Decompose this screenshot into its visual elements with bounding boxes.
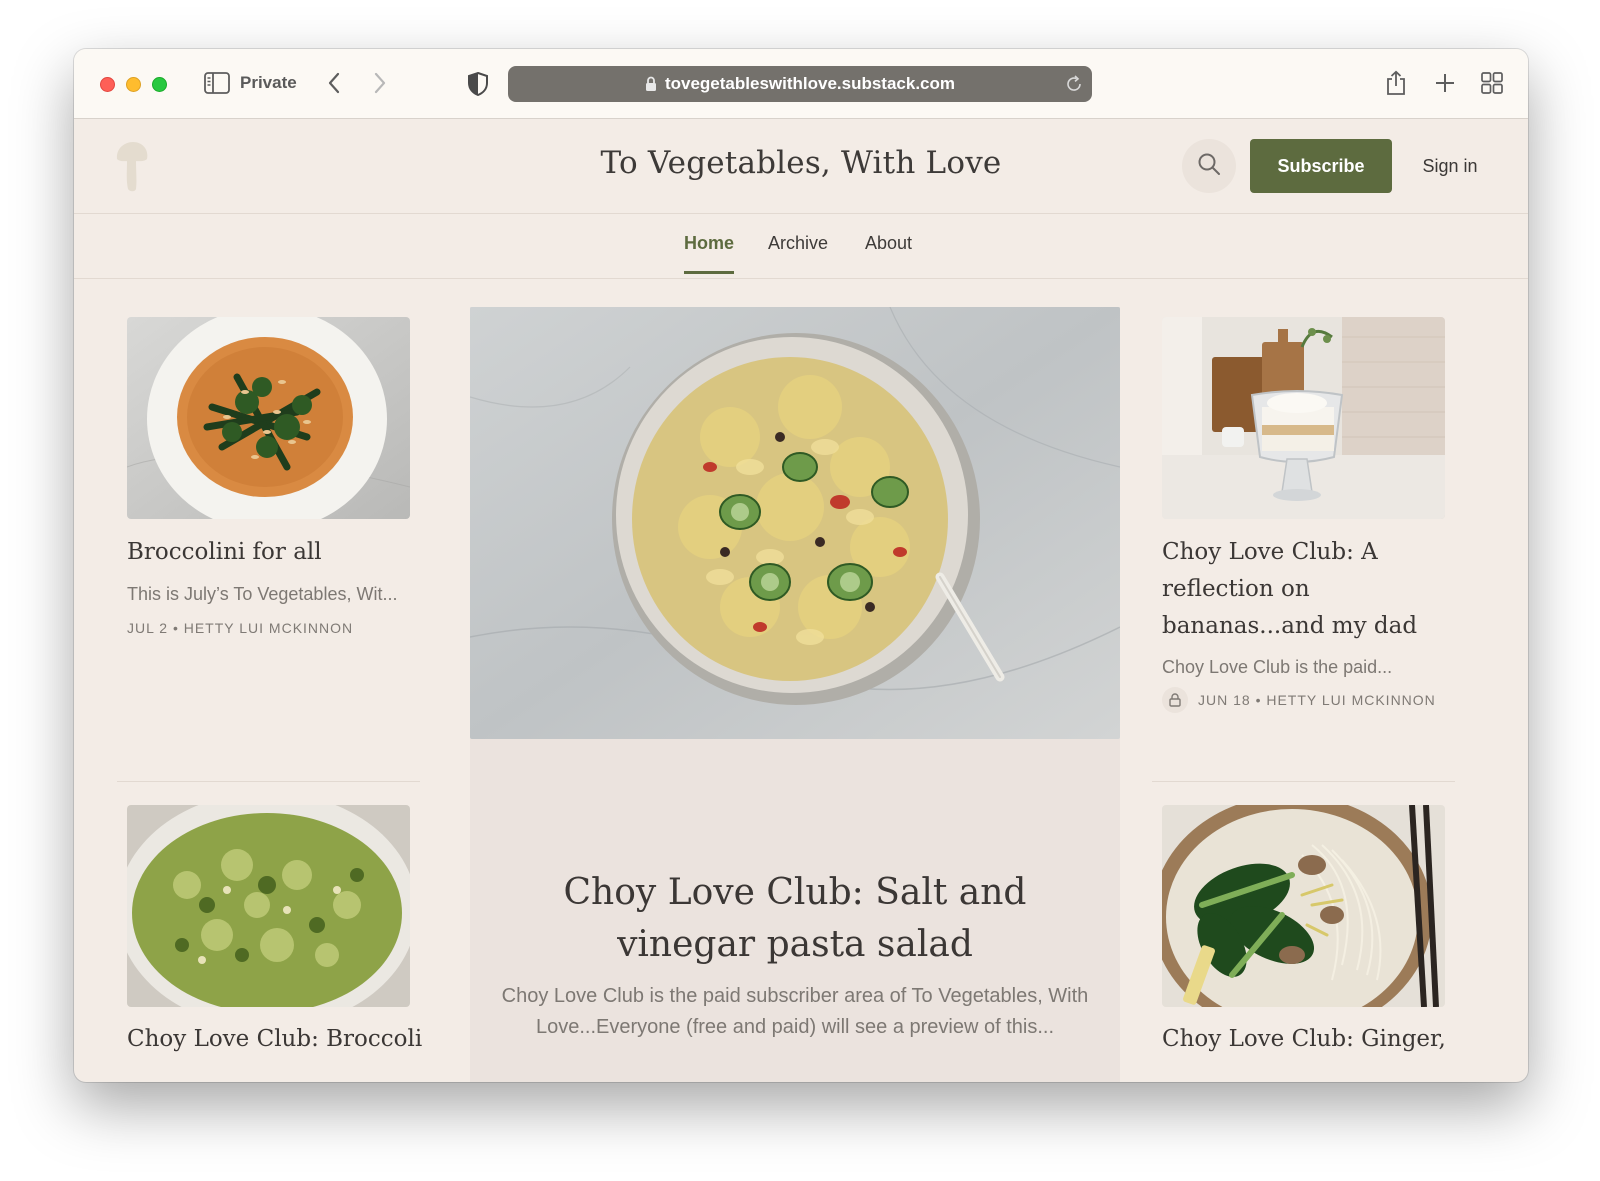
site-header: To Vegetables, With Love Subscribe Sign …	[74, 119, 1528, 214]
forward-arrow-icon[interactable]	[368, 69, 392, 97]
nav-tabs: Home Archive About	[74, 215, 1528, 279]
post-image-ginger[interactable]	[1162, 805, 1445, 1007]
sidebar-toggle-icon[interactable]	[204, 71, 230, 95]
reload-icon[interactable]	[1064, 74, 1084, 94]
new-tab-plus-icon[interactable]	[1432, 69, 1458, 97]
close-window-button[interactable]	[100, 77, 115, 92]
post-excerpt-bananas: Choy Love Club is the paid...	[1162, 657, 1393, 677]
subscribe-button[interactable]: Subscribe	[1250, 139, 1392, 193]
post-meta-text: JUL 2 • HETTY LUI MCKINNON	[127, 620, 354, 636]
paid-lock-icon	[1162, 687, 1188, 713]
post-title-broccoli[interactable]: Choy Love Club: Broccoli	[127, 1021, 427, 1058]
post-image-bananas[interactable]	[1162, 317, 1445, 519]
lock-icon	[645, 76, 657, 92]
back-arrow-icon[interactable]	[322, 69, 346, 97]
minimize-window-button[interactable]	[126, 77, 141, 92]
sign-in-link[interactable]: Sign in	[1410, 139, 1490, 193]
post-meta-bananas: JUN 18 • HETTY LUI MCKINNON	[1162, 687, 1436, 713]
post-title-broccolini[interactable]: Broccolini for all	[127, 534, 417, 571]
browser-window: Private tovegetableswithlove.substack.co…	[74, 49, 1528, 1082]
browser-toolbar: Private tovegetableswithlove.substack.co…	[74, 49, 1528, 119]
post-title-ginger[interactable]: Choy Love Club: Ginger,	[1162, 1021, 1462, 1058]
post-image-broccoli[interactable]	[127, 805, 410, 1007]
featured-post-title[interactable]: Choy Love Club: Salt and vinegar pasta s…	[490, 867, 1100, 971]
post-excerpt-broccolini: This is July’s To Vegetables, Wit...	[127, 584, 398, 604]
post-meta-broccolini: JUL 2 • HETTY LUI MCKINNON	[127, 620, 353, 636]
featured-post-excerpt: Choy Love Club is the paid subscriber ar…	[501, 985, 1089, 1038]
privacy-shield-icon[interactable]	[466, 71, 490, 97]
featured-post[interactable]: Choy Love Club: Salt and vinegar pasta s…	[470, 307, 1120, 1082]
post-title-bananas[interactable]: Choy Love Club: A reflection on bananas.…	[1162, 534, 1432, 645]
private-label: Private	[240, 73, 297, 92]
share-icon[interactable]	[1384, 69, 1408, 97]
divider-left	[117, 781, 420, 782]
tab-overview-icon[interactable]	[1480, 71, 1504, 95]
zoom-window-button[interactable]	[152, 77, 167, 92]
url-text: tovegetableswithlove.substack.com	[664, 74, 956, 93]
search-icon	[1197, 152, 1221, 181]
divider-right	[1152, 781, 1455, 782]
search-button[interactable]	[1182, 139, 1236, 193]
tab-about[interactable]: About	[865, 233, 912, 271]
post-image-broccolini[interactable]	[127, 317, 410, 519]
tab-archive[interactable]: Archive	[768, 233, 828, 271]
post-meta-text: JUN 18 • HETTY LUI MCKINNON	[1198, 692, 1436, 708]
tab-home[interactable]: Home	[684, 233, 735, 274]
featured-image-pasta-salad[interactable]	[470, 307, 1120, 739]
address-bar[interactable]: tovegetableswithlove.substack.com	[508, 66, 1092, 102]
